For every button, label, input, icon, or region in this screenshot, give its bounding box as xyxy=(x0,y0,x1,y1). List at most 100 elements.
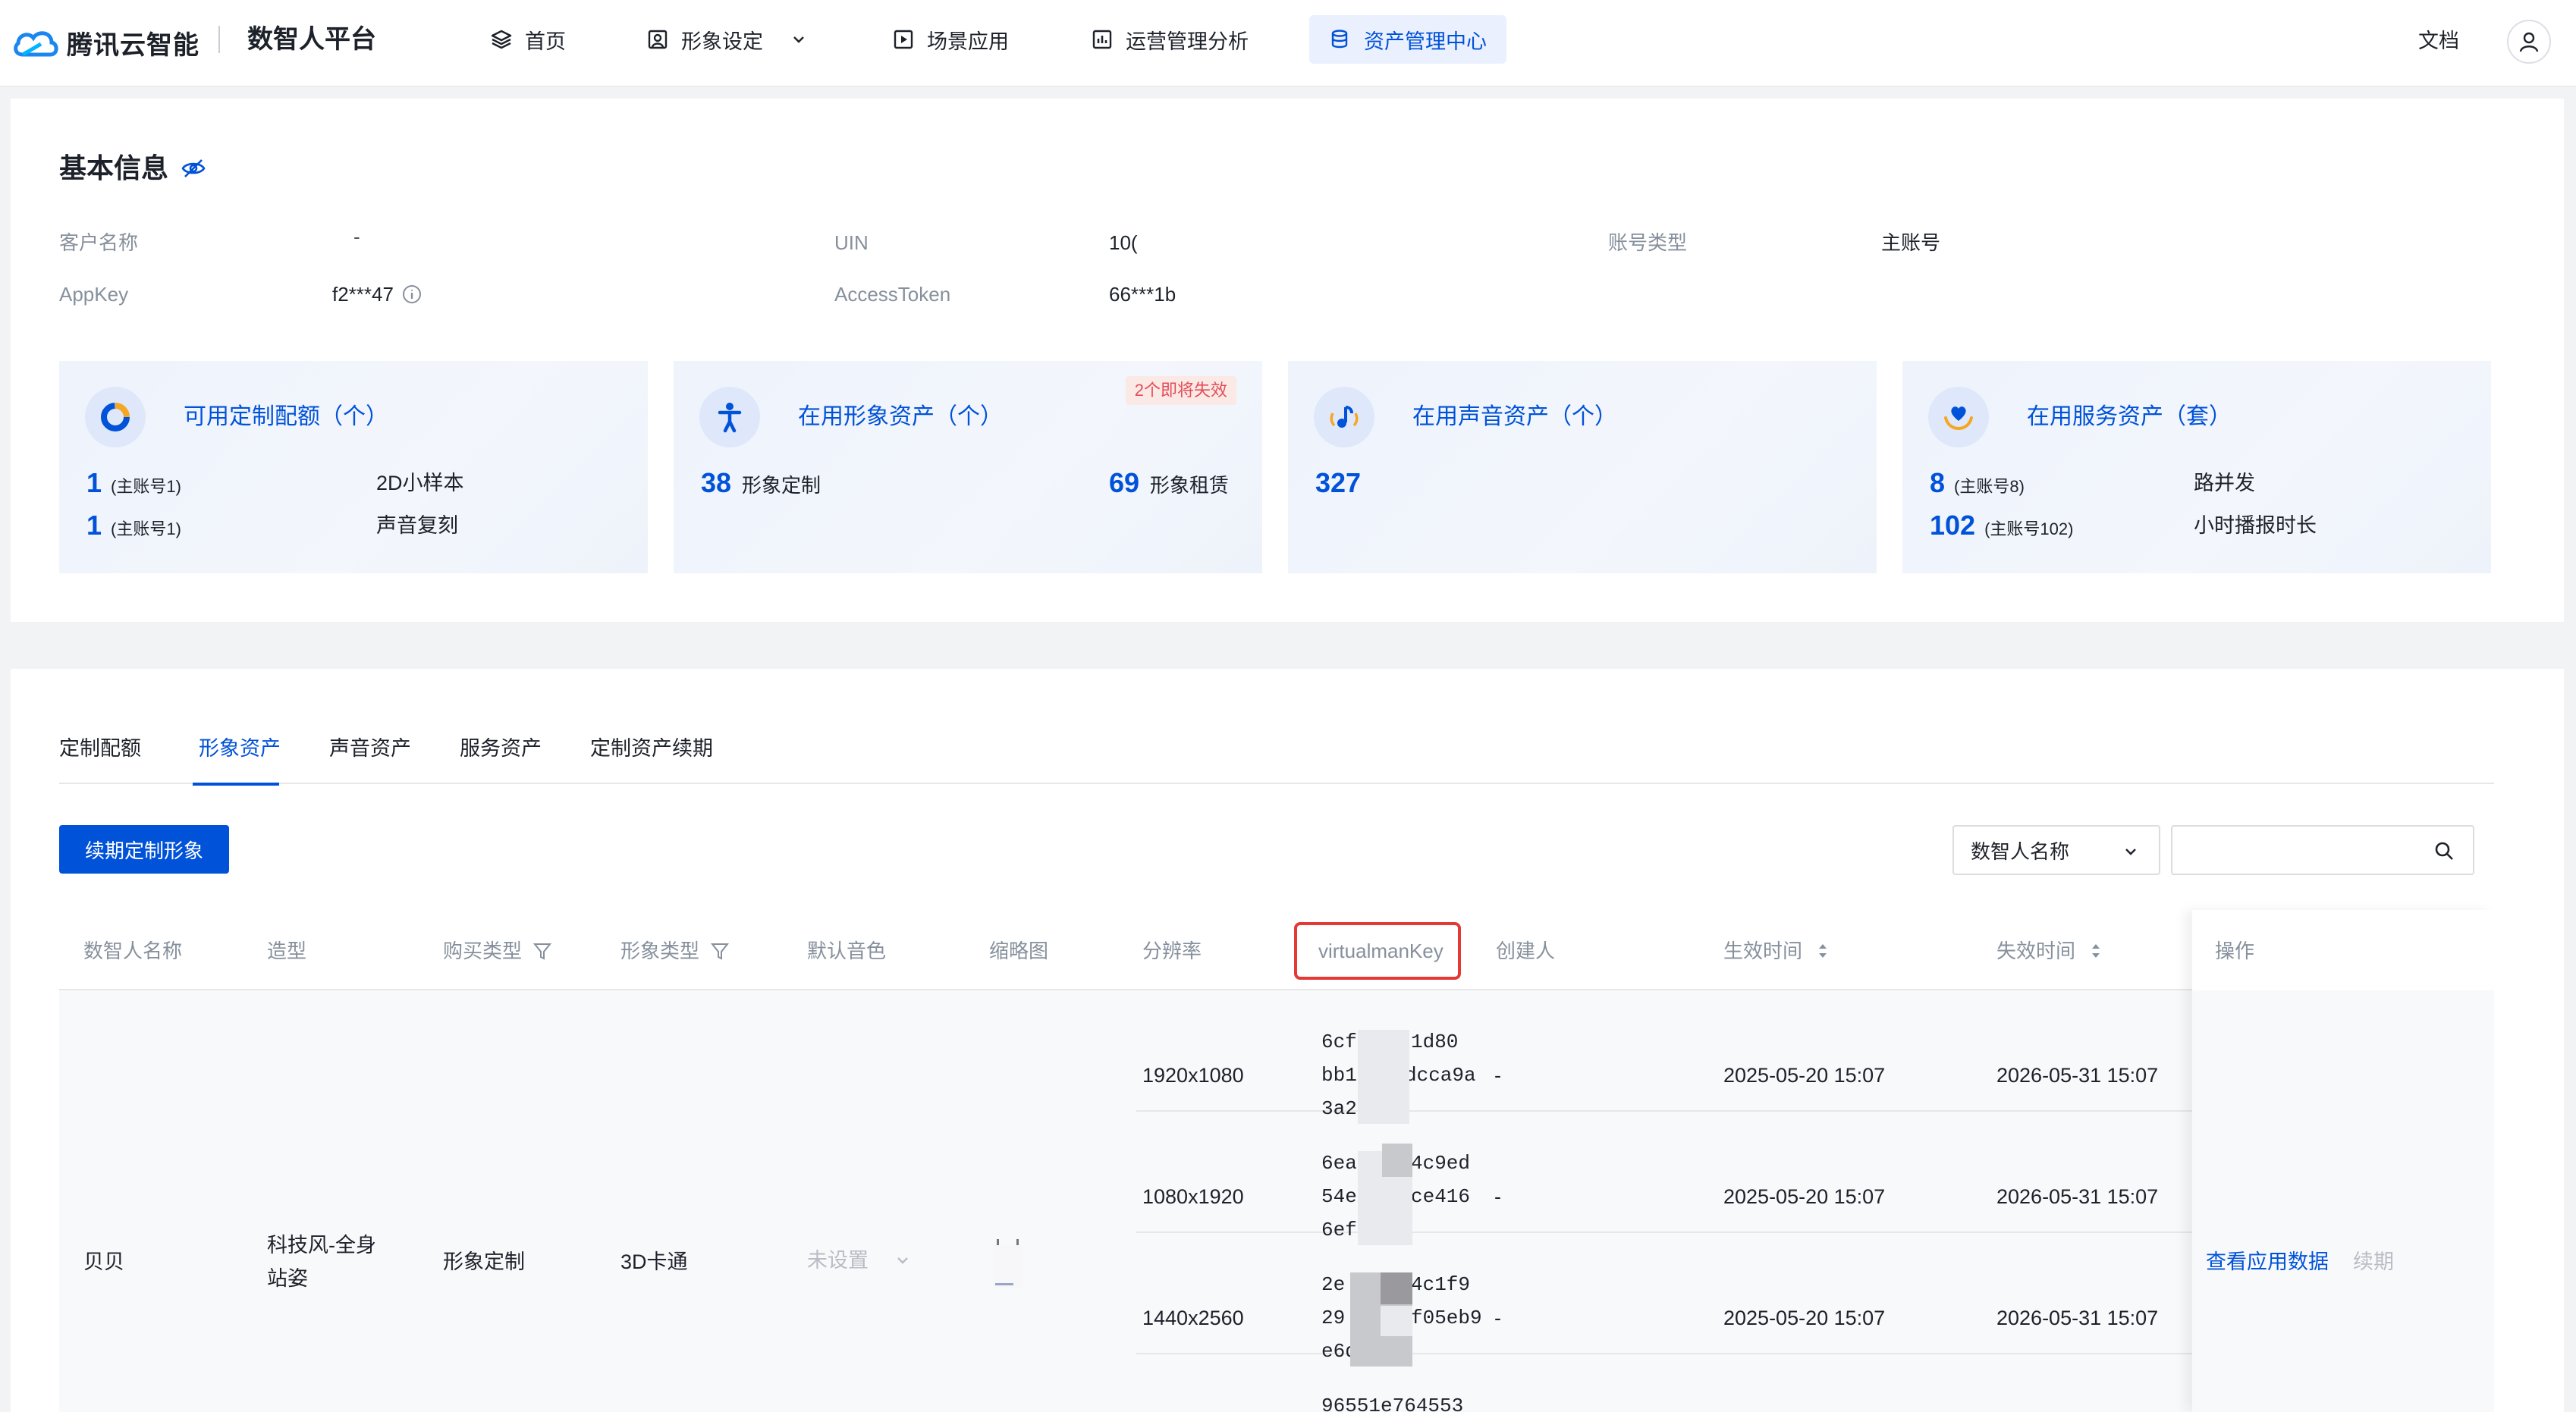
cell-resolution: 1920x1080 xyxy=(1142,1064,1244,1087)
nav-item-scene-app[interactable]: 场景应用 xyxy=(872,15,1029,64)
stat-desc: 小时播报时长 xyxy=(2194,514,2317,537)
search-icon[interactable] xyxy=(2433,840,2455,861)
info-icon[interactable] xyxy=(401,284,423,305)
cell-key-line: 6cf xyxy=(1321,1031,1357,1053)
col-end-time: 失效时间 xyxy=(1996,934,2106,968)
col-voice: 默认音色 xyxy=(807,940,887,962)
stat-value: 69 xyxy=(1109,467,1140,498)
stat-desc: 2D小样本 xyxy=(376,472,464,494)
stat-title: 在用声音资产（个） xyxy=(1412,404,1617,429)
field-value-uin: 10( xyxy=(1109,231,1138,254)
stat-value: 38 xyxy=(701,467,732,498)
cell-key-line: 96551e764553 xyxy=(1321,1395,1464,1412)
cell-key-line: bb1 xyxy=(1321,1064,1357,1087)
col-avatar-type-label: 形象类型 xyxy=(620,940,700,962)
logo[interactable]: 腾讯云智能 xyxy=(11,17,199,68)
field-label-customer: 客户名称 xyxy=(59,231,139,254)
nav-item-label: 场景应用 xyxy=(927,30,1009,53)
cell-resolution: 1440x2560 xyxy=(1142,1307,1244,1329)
chevron-down-icon xyxy=(2125,849,2136,855)
stat-row: 327 xyxy=(1315,464,1361,502)
highlight-box xyxy=(1294,922,1461,980)
avatar-thumbnail[interactable] xyxy=(989,1239,1027,1292)
appkey-value-text: f2***47 xyxy=(332,283,394,306)
stat-row: 102 (主账号102) xyxy=(1930,507,2073,548)
nav-item-avatar-setting[interactable]: 形象设定 xyxy=(627,15,827,64)
pie-chart-icon xyxy=(85,387,146,447)
cell-key-line: 6ef xyxy=(1321,1219,1357,1241)
tab-quota[interactable]: 定制配额 xyxy=(59,730,141,767)
stat-desc: 声音复刻 xyxy=(376,514,458,537)
masked-region xyxy=(1381,1306,1412,1336)
tab-voice-assets[interactable]: 声音资产 xyxy=(329,730,411,767)
expiring-tag[interactable]: 2个即将失效 xyxy=(1125,376,1236,405)
tab-renewal[interactable]: 定制资产续期 xyxy=(590,730,713,767)
cell-key-tail: dcca9a xyxy=(1405,1064,1476,1087)
cell-end-time: 2026-05-31 15:07 xyxy=(1996,1185,2159,1208)
stat-row: 1 (主账号1) xyxy=(86,464,181,506)
filter-icon[interactable] xyxy=(532,941,552,961)
col-actions: 操作 xyxy=(2215,940,2255,962)
stat-sub: (主账号1) xyxy=(111,477,181,496)
basic-info-title: 基本信息 xyxy=(59,152,169,184)
sort-icon[interactable] xyxy=(2086,941,2106,961)
filter-icon[interactable] xyxy=(710,941,730,961)
nav-item-asset-center[interactable]: 资产管理中心 xyxy=(1309,15,1506,64)
eye-hidden-icon[interactable] xyxy=(181,155,206,181)
voice-select[interactable]: 未设置 xyxy=(807,1244,911,1277)
cell-key-line: 3a2 xyxy=(1321,1097,1357,1120)
renew-link[interactable]: 续期 xyxy=(2353,1245,2394,1279)
stat-row: 69 形象租赁 xyxy=(1109,464,1229,504)
nav-item-ops-analysis[interactable]: 运营管理分析 xyxy=(1071,15,1268,64)
filter-field-select[interactable]: 数智人名称 xyxy=(1952,825,2160,875)
platform-name: 数智人平台 xyxy=(247,25,376,54)
stat-row: 38 形象定制 xyxy=(701,464,821,504)
masked-region xyxy=(1358,1030,1409,1124)
renew-custom-avatar-button[interactable]: 续期定制形象 xyxy=(59,825,229,874)
tab-service-assets[interactable]: 服务资产 xyxy=(460,730,542,767)
basic-info-card: 基本信息 客户名称 - UIN 10( 账号类型 主账号 AppKey f2**… xyxy=(11,99,2564,622)
stat-value: 8 xyxy=(1930,467,1946,498)
sort-icon[interactable] xyxy=(1813,941,1833,961)
field-label-account-type: 账号类型 xyxy=(1608,231,1688,254)
person-icon xyxy=(699,387,760,447)
cell-resolution: 1080x1920 xyxy=(1142,1185,1244,1208)
view-app-data-link[interactable]: 查看应用数据 xyxy=(2206,1245,2329,1279)
stat-desc: 形象定制 xyxy=(742,474,821,497)
cell-creator: - xyxy=(1494,1064,1501,1087)
nav-item-home[interactable]: 首页 xyxy=(470,15,586,64)
cell-creator: - xyxy=(1494,1307,1501,1329)
col-start-time-label: 生效时间 xyxy=(1723,940,1803,962)
masked-region xyxy=(1381,1272,1412,1304)
user-avatar[interactable] xyxy=(2507,20,2551,64)
cell-creator: - xyxy=(1494,1185,1501,1208)
logo-separator xyxy=(218,26,220,53)
stat-row: 8 (主账号8) xyxy=(1930,464,2025,506)
cell-key-line: 6ea xyxy=(1321,1152,1357,1175)
field-value-accesstoken: 66***1b xyxy=(1109,283,1176,306)
docs-link[interactable]: 文档 xyxy=(2418,26,2459,56)
tab-avatar-assets[interactable]: 形象资产 xyxy=(199,730,281,767)
stat-title: 在用形象资产（个） xyxy=(798,404,1003,429)
row-divider xyxy=(1136,1353,2245,1354)
table-header: 数智人名称 造型 购买类型 形象类型 默认音色 缩略图 分辨率 virtualm… xyxy=(59,910,2494,990)
row-divider xyxy=(1136,1110,2245,1112)
cell-start-time: 2025-05-20 15:07 xyxy=(1723,1185,1886,1208)
layers-icon xyxy=(491,30,512,49)
cell-key-line: 54e xyxy=(1321,1185,1357,1208)
voice-value: 未设置 xyxy=(807,1249,869,1272)
field-label-accesstoken: AccessToken xyxy=(834,283,951,306)
stat-title: 在用服务资产（套） xyxy=(2027,404,2232,429)
col-purchase-type: 购买类型 xyxy=(443,934,552,968)
asset-list-card: 定制配额 形象资产 声音资产 服务资产 定制资产续期 续期定制形象 数智人名称 … xyxy=(11,669,2564,1412)
cell-start-time: 2025-05-20 15:07 xyxy=(1723,1307,1886,1329)
nav-item-label: 形象设定 xyxy=(681,30,763,53)
nav-item-label: 运营管理分析 xyxy=(1126,30,1249,53)
cell-key-tail: f05eb9 xyxy=(1411,1307,1482,1329)
cell-key-tail: ce416 xyxy=(1411,1185,1471,1208)
search-input[interactable] xyxy=(2171,825,2474,875)
music-icon xyxy=(1314,387,1374,447)
stat-row: 1 (主账号1) xyxy=(86,507,181,548)
field-label-uin: UIN xyxy=(834,231,869,254)
row-divider xyxy=(1136,1232,2245,1233)
